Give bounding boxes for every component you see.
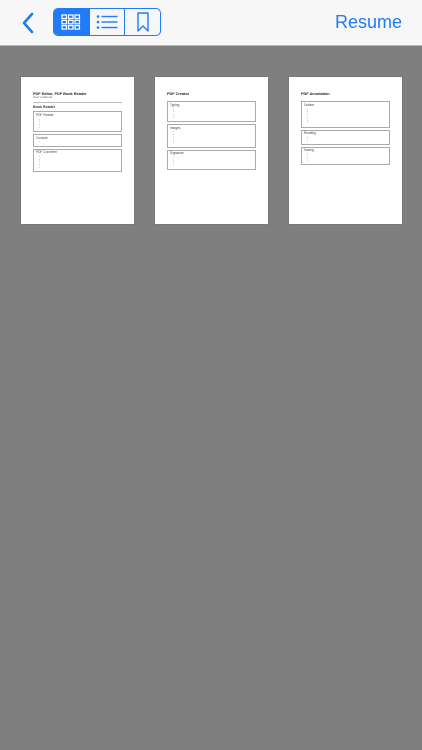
preview-box-title: Signature (170, 151, 184, 156)
preview-line: • (173, 141, 174, 145)
preview-box-title: Typing (170, 102, 180, 107)
bookmark-view-button[interactable] (124, 9, 160, 35)
preview-line: • (307, 138, 308, 142)
list-view-button[interactable] (88, 9, 125, 35)
preview-box: Outline • • • • • • (301, 101, 390, 128)
preview-box: Saving • • • (301, 146, 390, 165)
preview-box-title: PDF Reader (36, 112, 54, 117)
thumbnail-title: PDF Creator (167, 92, 190, 96)
preview-box: PDF Reader • • • • (33, 111, 122, 133)
preview-box-title: Reading (304, 131, 316, 136)
preview-line: • (173, 115, 174, 119)
preview-box-title: Images (170, 125, 181, 130)
preview-line: • (173, 164, 174, 168)
thumbnail-title: PDF Annotation (301, 92, 330, 96)
preview-box: PDF Converter • • • • • (33, 148, 122, 173)
preview-box-title: Saving (304, 148, 314, 153)
page-thumbnail-grid: PDF Editor, PDF Book Reader User's Manua… (21, 77, 402, 224)
grid-icon (61, 14, 81, 30)
page-preview: PDF Editor, PDF Book Reader User's Manua… (33, 92, 122, 173)
divider (33, 101, 122, 103)
chevron-left-icon (22, 12, 34, 34)
navigation-bar: Resume (0, 0, 422, 46)
preview-box: Images • • • • • (167, 124, 256, 148)
preview-box: Console • (33, 134, 122, 147)
back-button[interactable] (14, 9, 42, 37)
view-mode-segmented-control (53, 8, 161, 36)
preview-line: • (307, 158, 308, 162)
page-preview: PDF Creator Typing • • • • Images • • • … (167, 92, 256, 171)
preview-box-title: Console (36, 135, 48, 140)
preview-box: Typing • • • • (167, 101, 256, 123)
page-thumbnail-1[interactable]: PDF Editor, PDF Book Reader User's Manua… (21, 77, 134, 224)
preview-line: • (39, 125, 40, 129)
grid-view-button[interactable] (54, 9, 89, 35)
page-thumbnail-2[interactable]: PDF Creator Typing • • • • Images • • • … (155, 77, 268, 224)
thumbnail-subtitle: User's Manual (33, 95, 53, 100)
preview-line: • (307, 121, 308, 125)
preview-line: • (39, 165, 40, 169)
list-icon (96, 15, 118, 29)
thumbnail-section: Book Reader (33, 105, 56, 110)
preview-box: Signature • • • • (167, 149, 256, 171)
resume-button[interactable]: Resume (335, 12, 402, 33)
preview-box: Reading • • (301, 129, 390, 145)
bookmark-icon (136, 12, 149, 32)
preview-box-title: PDF Converter (36, 150, 58, 155)
page-preview: PDF Annotation Outline • • • • • • Readi… (301, 92, 390, 165)
page-thumbnail-3[interactable]: PDF Annotation Outline • • • • • • Readi… (289, 77, 402, 224)
preview-box-title: Outline (304, 102, 315, 107)
preview-line: • (39, 140, 40, 144)
